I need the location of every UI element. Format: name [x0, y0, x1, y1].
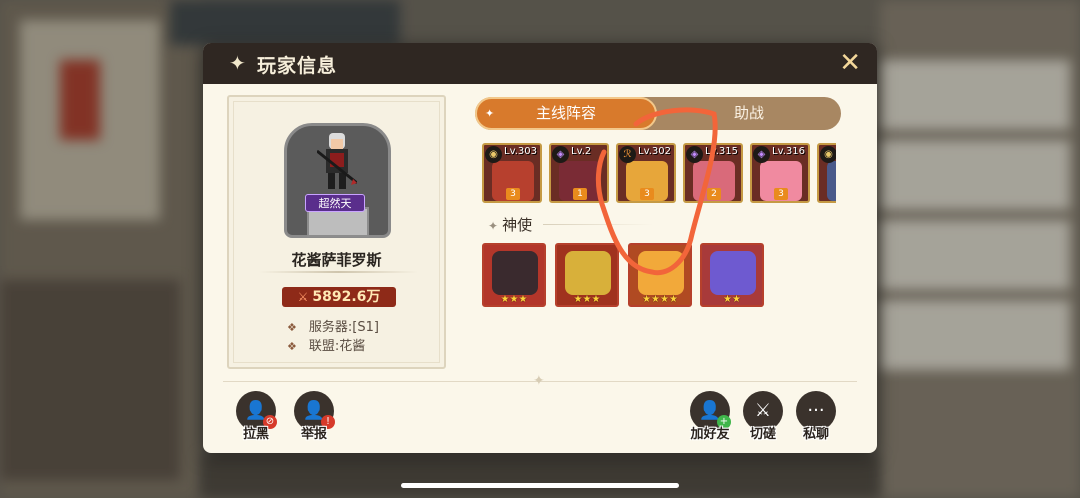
tab-main-lineup[interactable]: ✦ 主线阵容 [475, 97, 657, 130]
envoy-stars: ★★★ [500, 294, 528, 305]
hero-card[interactable]: ◉ [817, 143, 836, 203]
envoy-section-title: ✦ 神使 [488, 214, 532, 235]
alliance-row: ❖ 联盟:花酱 [287, 335, 365, 354]
envoy-stars: ★★★ [573, 294, 601, 305]
diamond-bullet-icon: ❖ [287, 321, 297, 334]
tab-support[interactable]: 助战 [657, 97, 841, 130]
alliance-text: 联盟:花酱 [308, 339, 366, 354]
fire-element-icon: ℛ [619, 146, 636, 163]
chat-button[interactable]: ··· 私聊 [793, 391, 839, 443]
server-text: 服务器:[S1] [308, 320, 379, 335]
hero-lineup: ◉ Lv.303 3 ◈ Lv.2 1 ℛ Lv.302 3 ◈ Lv.315 … [482, 139, 836, 205]
player-name: 花酱萨菲罗斯 [291, 251, 382, 269]
profile-card: 超然天 花酱萨菲罗斯 ⚔ 5892.6万 ❖ 服务器:[S1] ❖ 联盟:花酱 [227, 95, 446, 369]
hero-level: Lv.302 [638, 146, 671, 157]
hero-level: Lv.2 [571, 146, 592, 157]
envoy-portrait [710, 251, 756, 295]
diamond-ornament-icon: ✦ [533, 373, 545, 389]
void-element-icon: ◈ [686, 146, 703, 163]
player-avatar[interactable] [317, 131, 357, 195]
diamond-bullet-icon: ❖ [287, 340, 297, 353]
hero-star-count: 1 [573, 188, 587, 200]
hero-star-count: 3 [640, 188, 654, 200]
void-element-icon: ◈ [753, 146, 770, 163]
add-friend-label: 加好友 [690, 427, 730, 442]
hero-card[interactable]: ◉ Lv.303 3 [482, 143, 542, 203]
hero-star-count: 3 [774, 188, 788, 200]
portrait-pedestal [307, 207, 369, 237]
player-info-dialog: ✦ 玩家信息 ✕ 超然天 花酱萨菲罗斯 ⚔ 5892.6万 ❖ 服务器:[S1] ❖… [203, 43, 877, 453]
envoy-card[interactable]: ★★★ [482, 243, 546, 307]
power-badge: ⚔ 5892.6万 [282, 287, 396, 307]
hero-level: Lv.315 [705, 146, 738, 157]
portrait-frame [284, 123, 391, 238]
power-value: 5892.6万 [312, 289, 381, 305]
crossed-swords-icon: ⚔ [297, 290, 309, 304]
hero-card[interactable]: ◈ Lv.2 1 [549, 143, 609, 203]
block-button[interactable]: 👤 ⊘ 拉黑 [233, 391, 279, 443]
home-indicator[interactable] [401, 483, 679, 488]
dark-element-icon: ◉ [820, 146, 836, 163]
chat-label: 私聊 [802, 427, 829, 442]
envoy-card[interactable]: ★★★★ [628, 243, 692, 307]
sparkle-icon: ✦ [488, 219, 499, 233]
tab-label: 助战 [733, 104, 764, 122]
block-label: 拉黑 [242, 427, 269, 442]
server-row: ❖ 服务器:[S1] [287, 316, 379, 335]
hero-card[interactable]: ◈ Lv.316 3 [750, 143, 810, 203]
sparkle-icon: ✦ [485, 107, 495, 120]
envoy-stars: ★★★★ [642, 294, 678, 305]
lineup-tabs: ✦ 主线阵容 助战 [475, 97, 841, 130]
envoy-portrait [565, 251, 611, 295]
add-friend-button[interactable]: 👤 + 加好友 [687, 391, 733, 443]
envoy-card[interactable]: ★★ [700, 243, 764, 307]
dialog-header: ✦ 玩家信息 ✕ [203, 43, 877, 84]
hero-level: Lv.316 [772, 146, 805, 157]
envoy-portrait [492, 251, 538, 295]
duel-label: 切磋 [749, 427, 776, 442]
report-label: 举报 [300, 427, 327, 442]
sparkle-icon: ✦ [229, 51, 246, 75]
duel-button[interactable]: ⚔ 切磋 [740, 391, 786, 443]
rank-badge: 超然天 [305, 194, 365, 212]
tab-label: 主线阵容 [535, 104, 596, 122]
report-button[interactable]: 👤 ! 举报 [291, 391, 337, 443]
void-element-icon: ◈ [552, 146, 569, 163]
envoy-divider [543, 224, 653, 225]
envoy-stars: ★★ [723, 294, 741, 305]
envoy-label: 神使 [502, 216, 533, 234]
close-icon[interactable]: ✕ [839, 48, 861, 78]
hero-star-count: 3 [506, 188, 520, 200]
name-divider [259, 271, 418, 273]
hero-star-count: 2 [707, 188, 721, 200]
hero-card[interactable]: ◈ Lv.315 2 [683, 143, 743, 203]
dark-element-icon: ◉ [485, 146, 502, 163]
hero-card[interactable]: ℛ Lv.302 3 [616, 143, 676, 203]
envoy-portrait [638, 251, 684, 295]
dialog-title: 玩家信息 [257, 55, 338, 77]
envoy-card[interactable]: ★★★ [555, 243, 619, 307]
hero-level: Lv.303 [504, 146, 537, 157]
hero-portrait [827, 161, 836, 201]
